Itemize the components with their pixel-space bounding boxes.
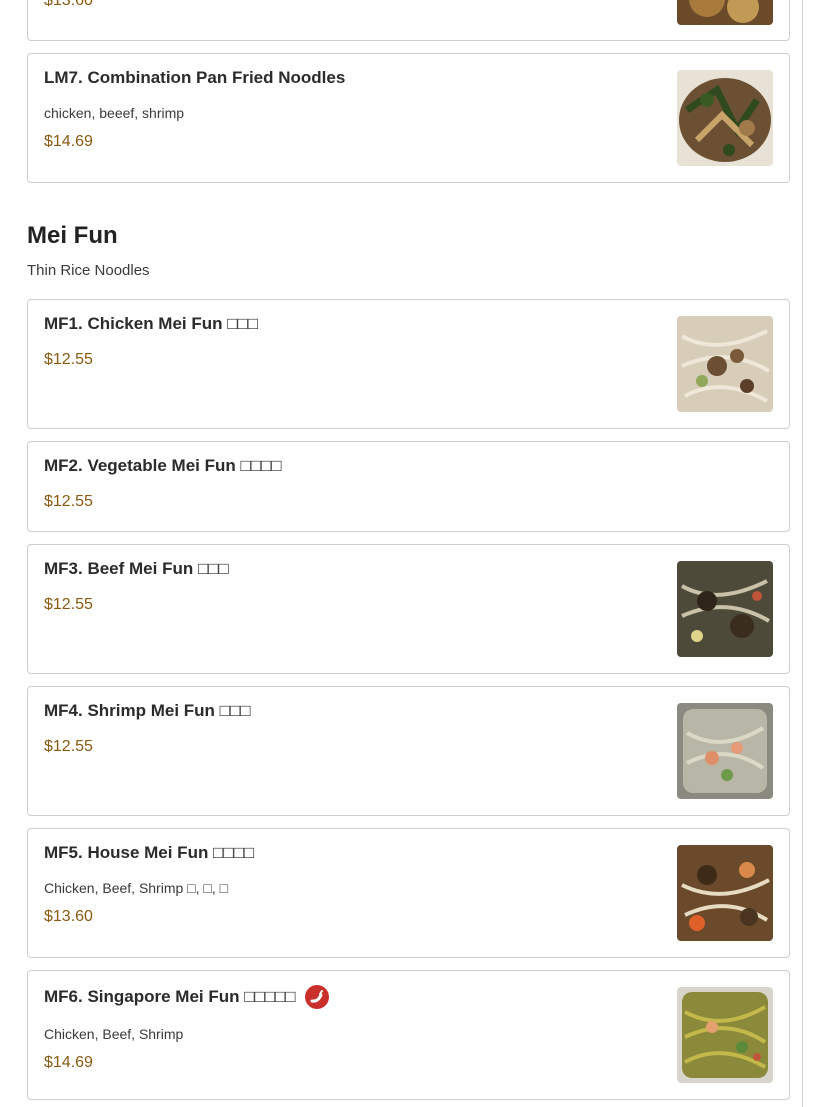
item-name: MF6. Singapore Mei Fun □□□□□: [44, 985, 329, 1009]
item-price: $13.60: [44, 0, 93, 9]
menu-item-card[interactable]: LM7. Combination Pan Fried Noodles chick…: [27, 53, 790, 183]
item-name: MF2. Vegetable Mei Fun □□□□: [44, 456, 282, 475]
menu-item-card[interactable]: MF1. Chicken Mei Fun □□□ $12.55: [27, 299, 790, 429]
food-photo: [677, 316, 773, 412]
item-price: $12.55: [44, 596, 93, 613]
item-description: Chicken, Beef, Shrimp □, □, □: [44, 880, 229, 896]
food-photo: [677, 0, 773, 25]
food-photo: [677, 703, 773, 799]
food-photo: [677, 70, 773, 166]
item-name: MF5. House Mei Fun □□□□: [44, 843, 255, 862]
item-name: MF3. Beef Mei Fun □□□: [44, 559, 229, 578]
item-price: $14.69: [44, 1054, 93, 1071]
food-photo: [677, 845, 773, 941]
menu-item-card[interactable]: MF5. House Mei Fun □□□□ Chicken, Beef, S…: [27, 828, 790, 958]
item-price: $13.60: [44, 908, 93, 925]
item-price: $12.55: [44, 738, 93, 755]
item-name: MF1. Chicken Mei Fun □□□: [44, 314, 259, 333]
menu-item-card[interactable]: MF4. Shrimp Mei Fun □□□ $12.55: [27, 686, 790, 816]
menu-item-card-prev[interactable]: $13.60: [27, 0, 790, 41]
item-name: MF4. Shrimp Mei Fun □□□: [44, 701, 251, 720]
food-photo: [677, 561, 773, 657]
section-subtitle: Thin Rice Noodles: [27, 262, 150, 279]
page-right-border: [802, 0, 803, 1107]
menu-item-card[interactable]: MF6. Singapore Mei Fun □□□□□ Chicken, Be…: [27, 970, 790, 1100]
menu-item-card[interactable]: MF2. Vegetable Mei Fun □□□□ $12.55: [27, 441, 790, 532]
item-description: chicken, beeef, shrimp: [44, 105, 185, 121]
section-title: Mei Fun: [27, 222, 118, 249]
item-price: $12.55: [44, 493, 93, 510]
item-price: $14.69: [44, 133, 93, 150]
item-name: LM7. Combination Pan Fried Noodles: [44, 68, 346, 87]
menu-item-card[interactable]: MF3. Beef Mei Fun □□□ $12.55: [27, 544, 790, 674]
item-price: $12.55: [44, 351, 93, 368]
spicy-pepper-icon: [304, 985, 329, 1009]
item-description: Chicken, Beef, Shrimp: [44, 1026, 184, 1042]
food-photo: [677, 987, 773, 1083]
